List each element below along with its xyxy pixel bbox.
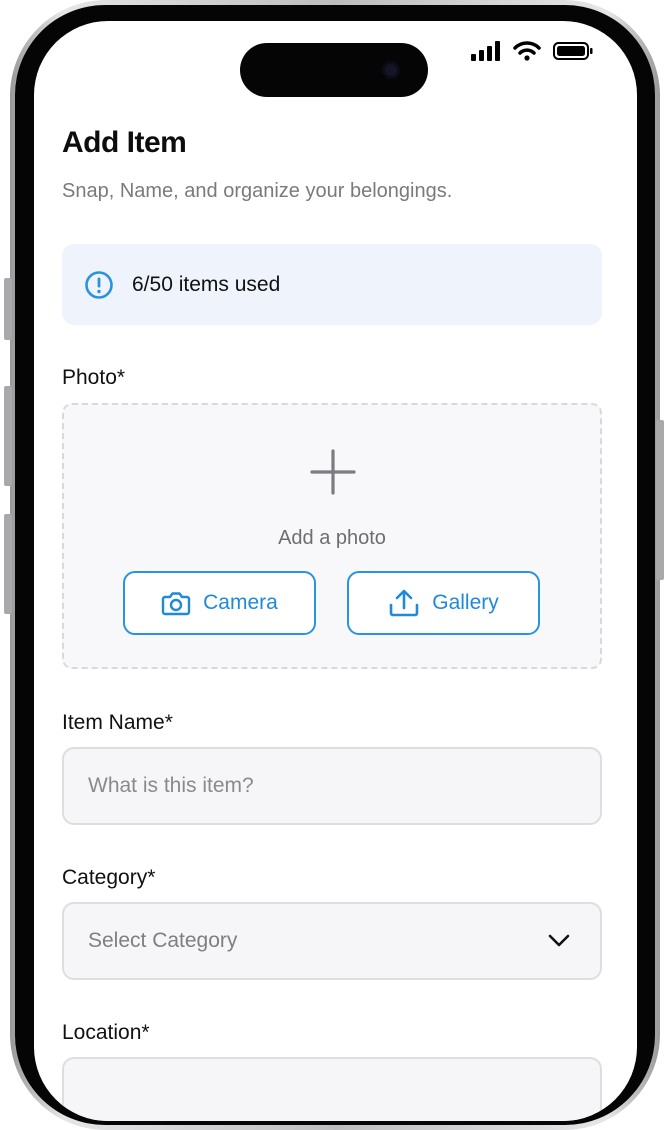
status-bar (471, 41, 593, 61)
power-button (656, 420, 664, 580)
signal-bars-icon (471, 41, 500, 61)
item-name-label: Item Name* (62, 711, 173, 734)
chevron-down-icon (548, 934, 570, 947)
front-camera (382, 61, 400, 79)
camera-button-label: Camera (203, 591, 278, 614)
plus-icon (310, 449, 356, 495)
category-select[interactable]: Select Category (62, 902, 602, 980)
gallery-button[interactable]: Gallery (347, 571, 540, 635)
item-name-input[interactable] (62, 747, 602, 825)
usage-banner: 6/50 items used (62, 244, 602, 325)
photo-label: Photo* (62, 366, 126, 389)
volume-up-button (4, 386, 12, 486)
camera-button[interactable]: Camera (123, 571, 316, 635)
app-screen: Add Item Snap, Name, and organize your b… (34, 21, 637, 1121)
page-title: Add Item (62, 126, 187, 159)
add-photo-text: Add a photo (278, 527, 386, 549)
wifi-icon (513, 41, 541, 61)
dynamic-island (240, 43, 428, 97)
gallery-button-label: Gallery (432, 591, 499, 614)
photo-dropzone[interactable]: Add a photo Camera Gallery (62, 403, 602, 669)
upload-icon (389, 589, 419, 617)
category-select-value: Select Category (88, 929, 238, 952)
location-field[interactable] (62, 1057, 602, 1121)
battery-icon (553, 42, 593, 60)
camera-icon (161, 592, 191, 616)
action-button (4, 278, 12, 340)
category-label: Category* (62, 866, 156, 889)
usage-count: 6/50 items used (132, 272, 281, 296)
page-subtitle: Snap, Name, and organize your belongings… (62, 180, 453, 202)
location-label: Location* (62, 1021, 150, 1044)
info-circle-icon (85, 270, 113, 299)
volume-down-button (4, 514, 12, 614)
